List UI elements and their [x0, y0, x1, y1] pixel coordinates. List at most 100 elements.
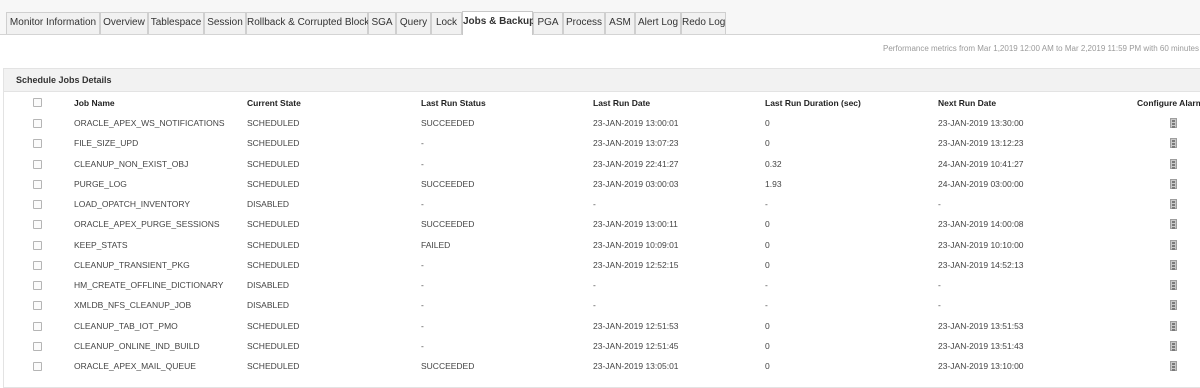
job-name-cell: FILE_SIZE_UPD — [74, 138, 139, 149]
job-name-cell: ORACLE_APEX_MAIL_QUEUE — [74, 361, 196, 371]
last-run-date-cell: 23-JAN-2019 12:51:53 — [593, 320, 679, 331]
tab-bar: Monitor Information Overview Tablespace Ses… — [0, 0, 1200, 35]
column-header-last-run-date[interactable]: Last Run Date — [593, 98, 650, 108]
column-header-last-run-status[interactable]: Last Run Status — [421, 98, 486, 108]
tab-jobs-backup[interactable]: Jobs & Backup — [462, 11, 535, 35]
table-row: ORACLE_APEX_PURGE_SESSIONS SCHEDULED SUCCE… — [0, 214, 1200, 234]
alarm-config-icon[interactable] — [1170, 158, 1177, 169]
row-checkbox[interactable] — [33, 240, 42, 250]
last-run-duration-cell: 0.32 — [765, 158, 782, 169]
last-run-status-cell: - — [421, 199, 424, 209]
last-run-status-cell: SUCCEEDED — [421, 118, 475, 128]
last-run-duration-cell: 0 — [765, 219, 770, 230]
alarm-config-icon[interactable] — [1170, 340, 1177, 351]
table-row: ORACLE_APEX_WS_NOTIFICATIONS SCHEDULED SUC… — [0, 113, 1200, 133]
job-name-cell: CLEANUP_TRANSIENT_PKG — [74, 259, 190, 270]
next-run-date-cell: - — [938, 300, 941, 311]
last-run-duration-cell: - — [765, 280, 768, 290]
tab-lock[interactable]: Lock — [431, 12, 462, 34]
next-run-date-cell: 23-JAN-2019 13:51:43 — [938, 340, 1024, 351]
last-run-date-cell: 23-JAN-2019 12:51:45 — [593, 340, 679, 351]
tab-alert-log[interactable]: Alert Log — [635, 12, 681, 34]
alarm-config-icon[interactable] — [1170, 259, 1177, 270]
current-state-cell: SCHEDULED — [247, 239, 300, 250]
job-name-cell: ORACLE_APEX_WS_NOTIFICATIONS — [74, 118, 225, 128]
row-checkbox[interactable] — [33, 260, 42, 270]
last-run-duration-cell: - — [765, 199, 768, 209]
row-checkbox[interactable] — [33, 321, 42, 331]
row-checkbox[interactable] — [33, 139, 42, 149]
next-run-date-cell: 23-JAN-2019 14:00:08 — [938, 219, 1024, 230]
job-name-cell: CLEANUP_TAB_IOT_PMO — [74, 320, 178, 331]
last-run-status-cell: SUCCEEDED — [421, 178, 475, 189]
column-header-current-state[interactable]: Current State — [247, 98, 301, 108]
alarm-config-icon[interactable] — [1170, 239, 1177, 250]
select-all-checkbox[interactable] — [33, 98, 42, 107]
last-run-status-cell: - — [421, 300, 424, 311]
alarm-config-icon[interactable] — [1170, 361, 1177, 371]
last-run-status-cell: - — [421, 280, 424, 290]
alarm-config-icon[interactable] — [1170, 199, 1177, 209]
current-state-cell: DISABLED — [247, 300, 290, 311]
column-header-last-run-duration[interactable]: Last Run Duration (sec) — [765, 98, 861, 108]
alarm-config-icon[interactable] — [1170, 178, 1177, 189]
tab-process[interactable]: Process — [563, 12, 605, 34]
tab-redo-log[interactable]: Redo Log — [681, 12, 726, 34]
performance-metrics-note: Performance metrics from Mar 1,2019 12:0… — [883, 44, 1199, 53]
next-run-date-cell: 24-JAN-2019 10:41:27 — [938, 158, 1024, 169]
last-run-date-cell: 23-JAN-2019 22:41:27 — [593, 158, 679, 169]
row-checkbox[interactable] — [33, 200, 42, 209]
table-row: HM_CREATE_OFFLINE_DICTIONARY DISABLED - - - - — [0, 275, 1200, 295]
alarm-config-icon[interactable] — [1170, 320, 1177, 331]
last-run-date-cell: 23-JAN-2019 13:00:11 — [593, 219, 678, 230]
tab-session[interactable]: Session — [204, 12, 246, 34]
current-state-cell: SCHEDULED — [247, 259, 300, 270]
next-run-date-cell: 24-JAN-2019 03:00:00 — [938, 178, 1024, 189]
next-run-date-cell: 23-JAN-2019 13:10:00 — [938, 361, 1024, 371]
current-state-cell: SCHEDULED — [247, 118, 300, 128]
last-run-status-cell: - — [421, 320, 424, 331]
alarm-config-icon[interactable] — [1170, 219, 1177, 230]
row-checkbox[interactable] — [33, 179, 42, 189]
next-run-date-cell: 23-JAN-2019 10:10:00 — [938, 239, 1024, 250]
next-run-date-cell: 23-JAN-2019 13:30:00 — [938, 118, 1024, 128]
tab-tablespace[interactable]: Tablespace — [148, 12, 204, 34]
tab-pga[interactable]: PGA — [533, 12, 563, 34]
last-run-duration-cell: 0 — [765, 118, 770, 128]
alarm-config-icon[interactable] — [1170, 118, 1177, 128]
tab-asm[interactable]: ASM — [605, 12, 635, 34]
table-row: FILE_SIZE_UPD SCHEDULED - 23-JAN-2019 13:07… — [0, 133, 1200, 153]
last-run-status-cell: - — [421, 138, 424, 149]
job-name-cell: KEEP_STATS — [74, 239, 128, 250]
next-run-date-cell: 23-JAN-2019 13:12:23 — [938, 138, 1024, 149]
row-checkbox[interactable] — [33, 119, 42, 128]
last-run-date-cell: 23-JAN-2019 13:07:23 — [593, 138, 679, 149]
alarm-config-icon[interactable] — [1170, 138, 1177, 149]
last-run-date-cell: 23-JAN-2019 13:05:01 — [593, 361, 679, 371]
table-row: CLEANUP_NON_EXIST_OBJ SCHEDULED - 23-JAN-20… — [0, 154, 1200, 174]
column-header-next-run-date[interactable]: Next Run Date — [938, 98, 996, 108]
tab-monitor-information[interactable]: Monitor Information — [6, 12, 100, 34]
table-row: LOAD_OPATCH_INVENTORY DISABLED - - - - — [0, 194, 1200, 214]
row-checkbox[interactable] — [33, 220, 42, 230]
tab-rollback-corrupted-blocks[interactable]: Rollback & Corrupted Blocks — [246, 12, 374, 34]
tab-query[interactable]: Query — [396, 12, 431, 34]
current-state-cell: SCHEDULED — [247, 340, 300, 351]
table-row: CLEANUP_TRANSIENT_PKG SCHEDULED - 23-JAN-20… — [0, 255, 1200, 275]
last-run-status-cell: - — [421, 340, 424, 351]
tab-sga[interactable]: SGA — [368, 12, 396, 34]
last-run-date-cell: 23-JAN-2019 03:00:03 — [593, 178, 679, 189]
alarm-config-icon[interactable] — [1170, 280, 1177, 290]
row-checkbox[interactable] — [33, 301, 42, 311]
row-checkbox[interactable] — [33, 341, 42, 351]
last-run-duration-cell: 0 — [765, 340, 770, 351]
alarm-config-icon[interactable] — [1170, 300, 1177, 311]
column-header-job-name[interactable]: Job Name — [74, 98, 115, 108]
last-run-date-cell: - — [593, 199, 596, 209]
table-row: CLEANUP_TAB_IOT_PMO SCHEDULED - 23-JAN-2019… — [0, 316, 1200, 336]
row-checkbox[interactable] — [33, 362, 42, 371]
current-state-cell: SCHEDULED — [247, 320, 300, 331]
tab-overview[interactable]: Overview — [100, 12, 148, 34]
row-checkbox[interactable] — [33, 159, 42, 169]
row-checkbox[interactable] — [33, 281, 42, 290]
